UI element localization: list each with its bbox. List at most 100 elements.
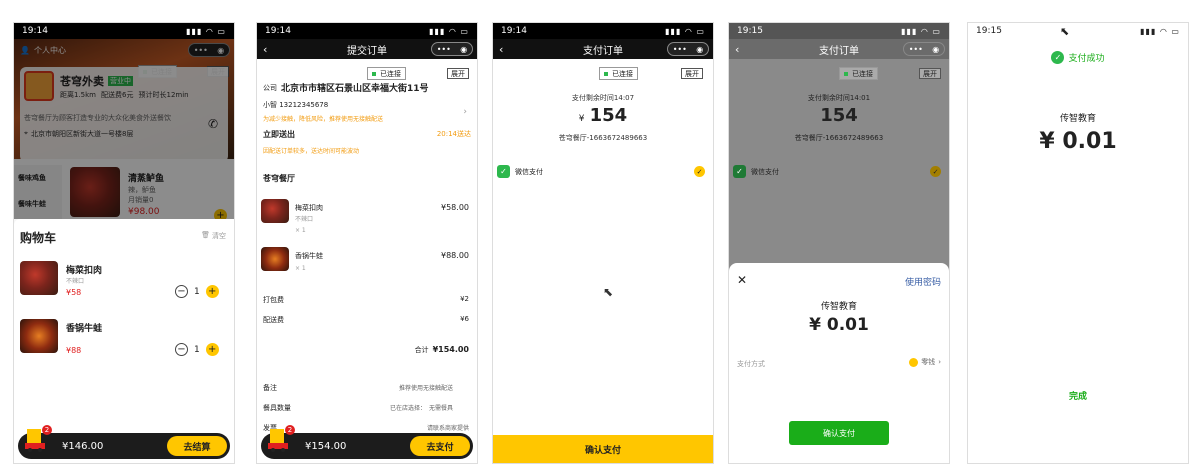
order-total: ¥154.00 [305, 440, 347, 452]
status-bar: 19:15 ▮▮▮ ◠ ▭ [968, 23, 1188, 39]
wechat-pay-icon: ✓ [1051, 51, 1065, 64]
status-bar: 19:15 ▮▮▮ ◠ ▭ [729, 23, 949, 39]
mouse-cursor-icon: ⬉ [603, 285, 614, 299]
checkout-button[interactable]: 去结算 [167, 436, 227, 456]
order-number: 苍穹餐厅-1663672489663 [558, 134, 648, 142]
close-circle-icon: ◉ [932, 44, 940, 54]
quantity-stepper[interactable]: − 1 + [175, 343, 219, 356]
tableware-value: 无需餐具 [428, 405, 453, 412]
selected-check-icon: ✓ [930, 166, 941, 177]
wechat-pay-icon: ✓ [497, 165, 510, 178]
confirm-pay-button[interactable]: 确认支付 [789, 421, 889, 445]
payment-method-label: 微信支付 [515, 167, 543, 176]
connected-label: 已连接 [612, 69, 633, 78]
chevron-right-icon: › [463, 107, 467, 117]
increase-button[interactable]: + [205, 285, 219, 298]
remark-value[interactable]: 推荐使用无接触配送 [399, 383, 453, 392]
cart-total: ¥146.00 [62, 440, 104, 452]
miniapp-capsule[interactable]: ••• ◉ [431, 42, 473, 56]
expand-button[interactable]: 展开 [447, 68, 469, 79]
page-title: 支付订单 [819, 45, 859, 57]
connected-dot-icon [604, 71, 608, 76]
signal-wifi-battery-icon: ▮▮▮ ◠ ▭ [1140, 26, 1180, 36]
cart-icon[interactable]: 2 [22, 423, 52, 453]
selected-check-icon: ✓ [694, 166, 705, 177]
miniapp-capsule[interactable]: ••• ◉ [903, 42, 945, 56]
cart-item-name: 梅菜扣肉 [66, 266, 103, 276]
cart-title: 购物车 [20, 231, 57, 245]
expand-button[interactable]: 展开 [681, 68, 703, 79]
cart-item-price: ¥58 [66, 288, 82, 297]
phone-pay-success: 19:15 ▮▮▮ ◠ ▭ ⬉ ✓ 支付成功 传智教育 ¥ 0.01 完成 [967, 22, 1189, 464]
connection-status: 已连接 [599, 67, 638, 80]
cart-item-name: 香锅牛蛙 [66, 324, 103, 334]
clear-label: 清空 [212, 232, 226, 240]
done-button[interactable]: 完成 [968, 389, 1188, 402]
connected-label: 已连接 [852, 69, 873, 78]
order-item-image [261, 199, 289, 223]
status-time: 19:14 [22, 26, 48, 36]
nav-bar: ‹ 提交订单 ••• ◉ [257, 39, 477, 59]
nav-bar: ‹ 支付订单 ••• ◉ [729, 39, 949, 59]
decrease-button[interactable]: − [175, 343, 188, 356]
cart-icon[interactable]: 2 [265, 423, 295, 453]
order-item-name: 香锅牛蛙 [295, 252, 323, 260]
pay-method-selector[interactable]: 零钱 › [909, 357, 941, 367]
order-item-price: ¥88.00 [441, 251, 469, 260]
back-arrow-icon[interactable]: ‹ [735, 43, 739, 56]
success-header: ✓ 支付成功 [968, 51, 1188, 64]
payee-name: 传智教育 [820, 302, 857, 312]
quantity-stepper[interactable]: − 1 + [175, 285, 219, 298]
phone-pay-sheet: 19:15 ▮▮▮ ◠ ▭ ‹ 支付订单 ••• ◉ 已连接 展开 支付剩余时间1… [728, 22, 950, 464]
total-value: ¥154.00 [432, 345, 469, 354]
delivery-time-row[interactable]: 立即送出 20:14送达 因配送订单较多，送达时间可能波动 [263, 129, 471, 155]
order-number: 苍穹餐厅-1663672489663 [794, 134, 884, 142]
status-bar: 19:14 ▮▮▮ ◠ ▭ [14, 23, 234, 39]
back-arrow-icon[interactable]: ‹ [499, 43, 503, 56]
mouse-cursor-icon: ⬉ [1060, 25, 1070, 38]
contact-info: 小智 13212345678 [263, 101, 329, 109]
shop-name: 苍穹餐厅 [263, 174, 295, 183]
back-arrow-icon[interactable]: ‹ [263, 43, 267, 56]
expand-button[interactable]: 展开 [919, 68, 941, 79]
coin-icon [909, 357, 919, 367]
confirm-pay-button[interactable]: 确认支付 [493, 435, 713, 463]
order-item-qty: × 1 [295, 227, 306, 234]
miniapp-capsule[interactable]: ••• ◉ [667, 42, 709, 56]
tableware-selector[interactable]: 已在店选择： 无需餐具 [390, 403, 453, 412]
cart-bar: 2 ¥146.00 去结算 [18, 425, 230, 459]
go-pay-button[interactable]: 去支付 [410, 436, 470, 456]
connected-label: 已连接 [380, 69, 401, 78]
pay-amount: ¥ 0.01 [809, 315, 869, 335]
deliver-time-value: 20:14送达 [436, 130, 471, 138]
more-icon: ••• [672, 44, 687, 54]
status-time: 19:15 [737, 26, 763, 36]
success-title: 支付成功 [1068, 54, 1105, 64]
status-bar: 19:14 ▮▮▮ ◠ ▭ [257, 23, 477, 39]
quantity-value: 1 [194, 344, 200, 355]
signal-wifi-battery-icon: ▮▮▮ ◠ ▭ [665, 26, 705, 36]
quantity-value: 1 [194, 286, 200, 297]
cart-count-badge: 2 [285, 425, 295, 435]
connection-status: 已连接 [839, 67, 878, 80]
trash-icon: 🗑 [201, 231, 210, 239]
overlay-mask[interactable] [14, 39, 234, 219]
connected-dot-icon [372, 71, 376, 76]
increase-button[interactable]: + [205, 343, 219, 356]
page-title: 提交订单 [347, 45, 387, 57]
tableware-prefix: 已在店选择： [389, 405, 426, 412]
signal-wifi-battery-icon: ▮▮▮ ◠ ▭ [429, 26, 469, 36]
payment-method-row[interactable]: ✓ 微信支付 ✓ [497, 165, 705, 178]
packing-fee-label: 打包费 [263, 296, 284, 304]
cart-item-spec: 不辣口 [66, 278, 85, 285]
page-title: 支付订单 [583, 45, 623, 57]
status-bar: 19:14 ▮▮▮ ◠ ▭ [493, 23, 713, 39]
deliver-note: 因配送订单较多，送达时间可能波动 [263, 148, 360, 155]
clear-cart-button[interactable]: 🗑 清空 [201, 231, 226, 241]
decrease-button[interactable]: − [175, 285, 188, 298]
pay-method-value: 零钱 [921, 358, 936, 366]
close-icon[interactable]: ✕ [737, 273, 747, 287]
use-password-link[interactable]: 使用密码 [905, 275, 941, 288]
cart-count-badge: 2 [42, 425, 52, 435]
address-card[interactable]: 公司 北京市市辖区石景山区幸福大街11号 小智 13212345678 为减少接… [263, 81, 471, 124]
